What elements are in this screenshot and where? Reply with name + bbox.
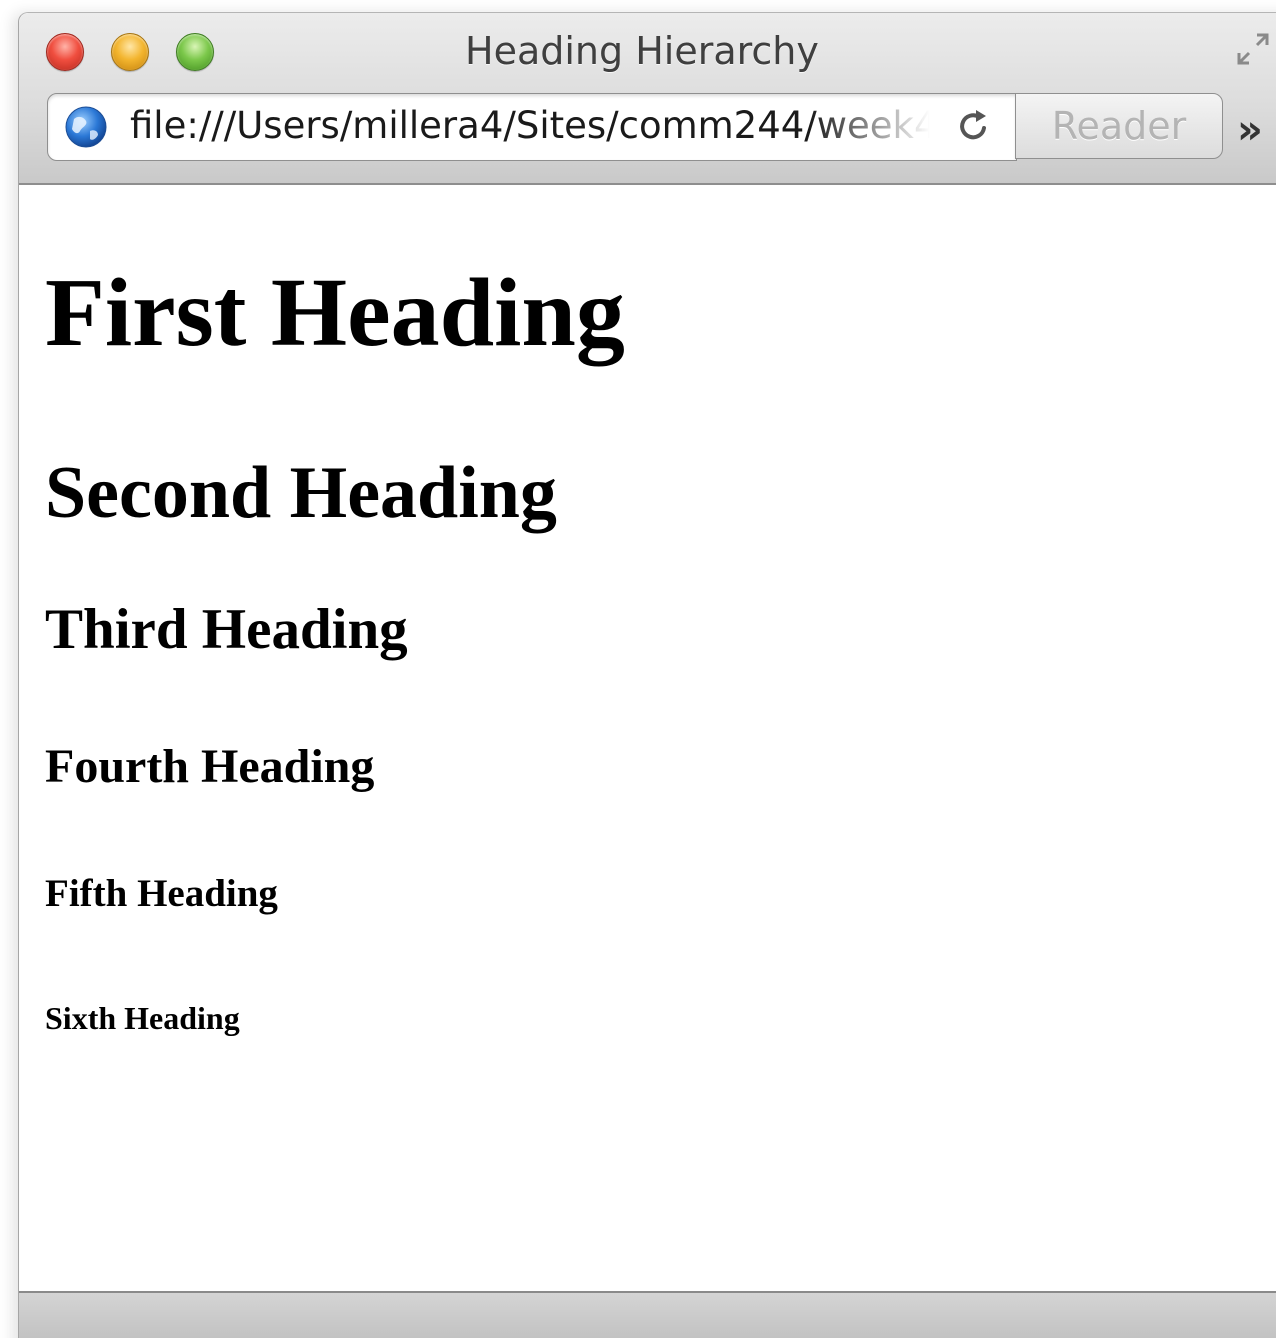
heading-1: First Heading [45,259,625,367]
url-field[interactable]: file:///Users/millera4/Sites/comm244/wee… [130,104,930,147]
browser-toolbar: Heading Hierarchy file:///Users/millera4… [19,13,1276,185]
close-window-icon[interactable] [46,33,84,71]
heading-2: Second Heading [45,452,557,534]
browser-window: Heading Hierarchy file:///Users/millera4… [18,12,1276,1338]
reader-button[interactable]: Reader [1015,93,1223,159]
fullscreen-icon[interactable] [1231,27,1275,71]
zoom-window-icon[interactable] [176,33,214,71]
status-bar [19,1291,1276,1338]
globe-icon [65,106,107,148]
toolbar-overflow-button[interactable]: » [1237,107,1263,153]
heading-4: Fourth Heading [45,740,375,793]
page-content: First Heading Second Heading Third Headi… [19,185,1276,1291]
address-bar[interactable]: file:///Users/millera4/Sites/comm244/wee… [47,93,1017,161]
minimize-window-icon[interactable] [111,33,149,71]
heading-6: Sixth Heading [45,1000,240,1036]
heading-3: Third Heading [45,598,408,661]
window-title: Heading Hierarchy [465,29,819,73]
heading-5: Fifth Heading [45,872,278,915]
reload-icon[interactable] [954,106,994,146]
